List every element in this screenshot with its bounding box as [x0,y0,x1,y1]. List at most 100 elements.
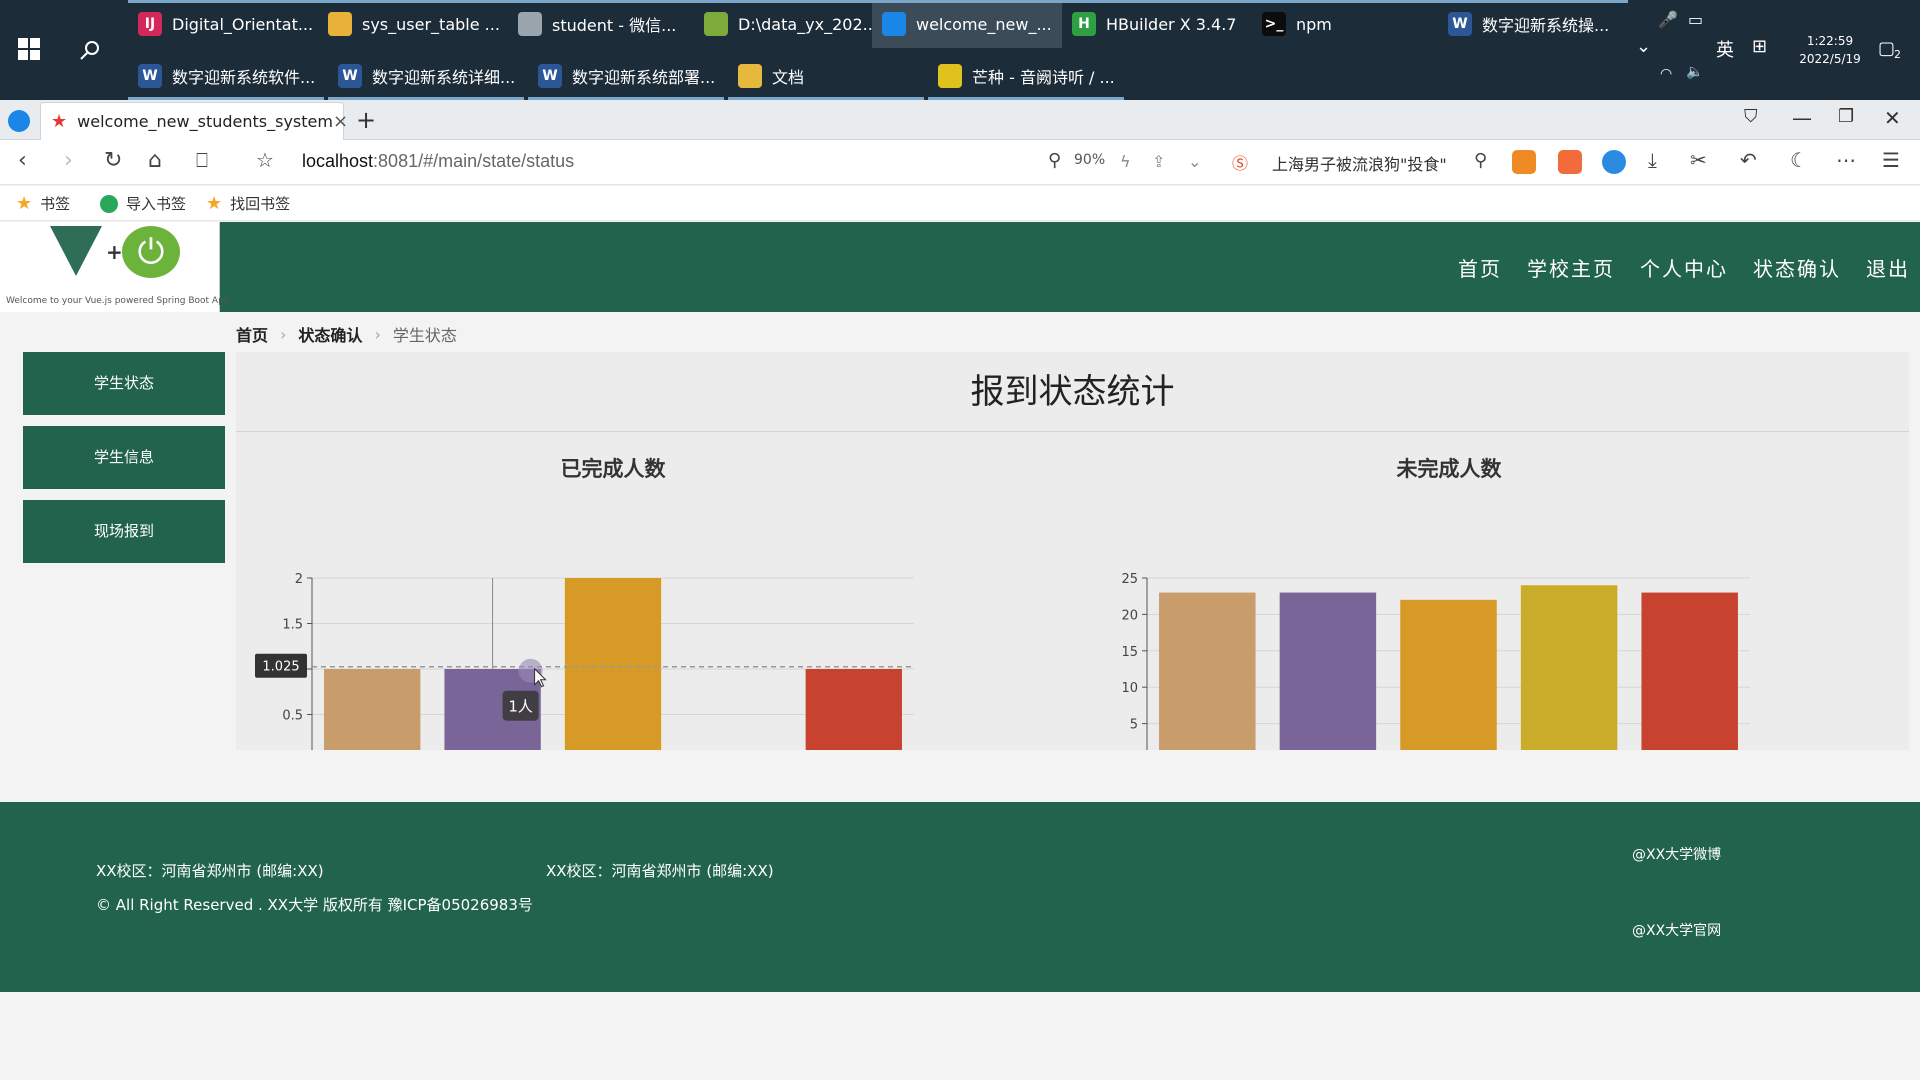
browser-logo-icon[interactable] [8,110,30,132]
zoom-icon[interactable]: ⚲ [1048,150,1061,171]
taskbar-button-label: 文档 [772,68,805,87]
minimize-icon[interactable]: — [1792,106,1812,130]
bookmark-item-bookmarks[interactable]: ★ 书签 [16,193,70,214]
browser-tab-active[interactable]: ★ welcome_new_students_system × [40,102,348,140]
lightning-icon[interactable]: ϟ [1120,152,1131,171]
taskbar-clock[interactable]: 1:22:59 2022/5/19 [1792,32,1868,68]
taskbar-button[interactable]: 文档 [728,52,924,100]
nav-school-home[interactable]: 学校主页 [1527,253,1615,282]
web-page: + ⏻ Welcome to your Vue.js powered Sprin… [0,222,1920,1080]
bar [805,669,902,750]
completed-count-chart[interactable]: 已完成人数00.511.52信息确认报道信息现场报道事务办理学费支付1.0251… [236,432,1072,750]
taskbar-button[interactable]: IJ Digital_Orientat... [128,0,318,48]
star-icon: ★ [206,193,223,214]
y-tick-label: 25 [1121,572,1138,587]
word-icon: W [338,64,362,88]
share-icon[interactable]: ⇪ [1152,152,1165,171]
footer-weibo-link[interactable]: @XX大学微博 [1632,844,1721,864]
infinity-extension-icon[interactable] [1602,150,1626,174]
bar [1400,599,1497,750]
address-bar[interactable]: localhost:8081/#/main/state/status [302,151,574,172]
clock-date: 2022/5/19 [1799,52,1861,66]
taskbar-button-label: HBuilder X 3.4.7 [1106,14,1237,34]
hbuilder-icon: H [1072,12,1096,36]
sidebar-item-student-status[interactable]: 学生状态 [23,352,225,415]
footer-campus-2: XX校区：河南省郑州市 (邮编:XX) [546,862,774,880]
sidebar-item-student-info[interactable]: 学生信息 [23,426,225,489]
running-indicator [508,0,694,3]
import-icon [100,194,118,213]
taskbar-button[interactable]: H HBuilder X 3.4.7 [1062,0,1252,48]
taskbar-button[interactable]: D:\data_yx_202... [694,0,872,48]
nav-logout[interactable]: 退出 [1866,253,1910,282]
new-tab-icon[interactable]: + [356,106,376,134]
incomplete-count-chart[interactable]: 未完成人数0510152025信息确认报道信息现场报道事务办理学费支付 [1072,432,1908,750]
forward-icon[interactable]: › [64,148,73,173]
taskbar-button[interactable]: W 数字迎新系统部署... [528,52,724,100]
running-indicator [318,0,508,3]
footer-website-link[interactable]: @XX大学官网 [1632,920,1721,940]
chart-title: 未完成人数 [1397,457,1503,481]
word-icon: W [138,64,162,88]
bar [1279,592,1377,750]
search-engine-icon[interactable]: Ⓢ [1232,150,1248,174]
close-window-icon[interactable]: ✕ [1884,106,1901,130]
browser-tab-bar: ★ welcome_new_students_system × + ⛉ — ❐ … [0,100,1920,140]
folder-icon [738,64,762,88]
taskbar-button[interactable]: student - 微信... [508,0,694,48]
taskbar-button-label: student - 微信... [552,16,677,35]
nav-status-confirm[interactable]: 状态确认 [1753,253,1841,282]
tooltip-text: 1人 [508,698,533,716]
spring-power-icon: ⏻ [122,226,180,278]
footer-copyright: © All Right Reserved . XX大学 版权所有 豫ICP备05… [96,896,533,914]
undo-icon[interactable]: ↶ [1740,148,1757,172]
bookmark-item-import[interactable]: 导入书签 [100,193,186,214]
search-input[interactable]: 上海男子被流浪狗"投食" [1272,151,1447,175]
back-icon[interactable]: ‹ [18,148,27,173]
windows-start-icon[interactable] [18,38,40,60]
clock-time: 1:22:59 [1806,34,1854,48]
logo-tagline: Welcome to your Vue.js powered Spring Bo… [6,296,230,306]
music-player-icon [938,64,962,88]
taskbar-button[interactable]: welcome_new_... [872,0,1062,48]
taskbar-button[interactable]: 芒种 - 音阙诗听 / ... [928,52,1124,100]
breadcrumb-status[interactable]: 状态确认 [298,322,362,346]
breadcrumb: 首页 › 状态确认 › 学生状态 [236,322,457,346]
translate-extension-icon[interactable] [1558,150,1582,174]
y-tick-label: 5 [1130,718,1138,733]
reload-icon[interactable]: ↻ [104,148,122,173]
bar [324,669,421,750]
download-icon[interactable]: ⤓ [1648,148,1657,172]
close-tab-icon[interactable]: × [333,111,348,132]
bookmark-star-icon[interactable]: ☆ [256,148,274,172]
menu-icon[interactable]: ☰ [1882,148,1900,172]
page-title: 报到状态统计 [236,352,1909,432]
nav-home[interactable]: 首页 [1458,253,1502,282]
nav-personal-center[interactable]: 个人中心 [1640,253,1728,282]
taskbar-button[interactable]: W 数字迎新系统详细... [328,52,524,100]
restore-icon[interactable]: ❐ [1838,106,1854,127]
site-logo[interactable]: + ⏻ Welcome to your Vue.js powered Sprin… [0,222,230,312]
taskbar-search-icon[interactable] [78,38,102,62]
game-extension-icon[interactable] [1512,150,1536,174]
night-mode-icon[interactable]: ☾ [1790,148,1808,172]
shirt-skin-icon[interactable]: ⛉ [1744,106,1758,127]
taskbar-button[interactable]: W 数字迎新系统操... [1438,0,1628,48]
scissors-icon[interactable]: ✂ [1690,148,1707,172]
search-icon[interactable]: ⚲ [1474,150,1487,171]
sidebar-item-onsite-checkin[interactable]: 现场报到 [23,500,225,563]
taskbar-button[interactable]: >_ npm [1252,0,1438,48]
reader-mode-icon[interactable]: ⎕ [196,148,208,172]
taskbar-button-label: welcome_new_... [916,14,1052,34]
image-viewer-icon [704,12,728,36]
taskbar-button-label: sys_user_table ... [362,14,500,34]
taskbar-button[interactable]: sys_user_table ... [318,0,508,48]
taskbar-button[interactable]: W 数字迎新系统软件... [128,52,324,100]
more-icon[interactable]: ⋯ [1836,148,1856,172]
bookmark-item-recover[interactable]: ★ 找回书签 [206,193,290,214]
running-indicator [128,0,318,3]
breadcrumb-home[interactable]: 首页 [236,322,268,346]
home-icon[interactable]: ⌂ [148,148,162,173]
dropdown-chevron-icon[interactable]: ⌄ [1188,152,1201,171]
zoom-level[interactable]: 90% [1074,152,1105,168]
